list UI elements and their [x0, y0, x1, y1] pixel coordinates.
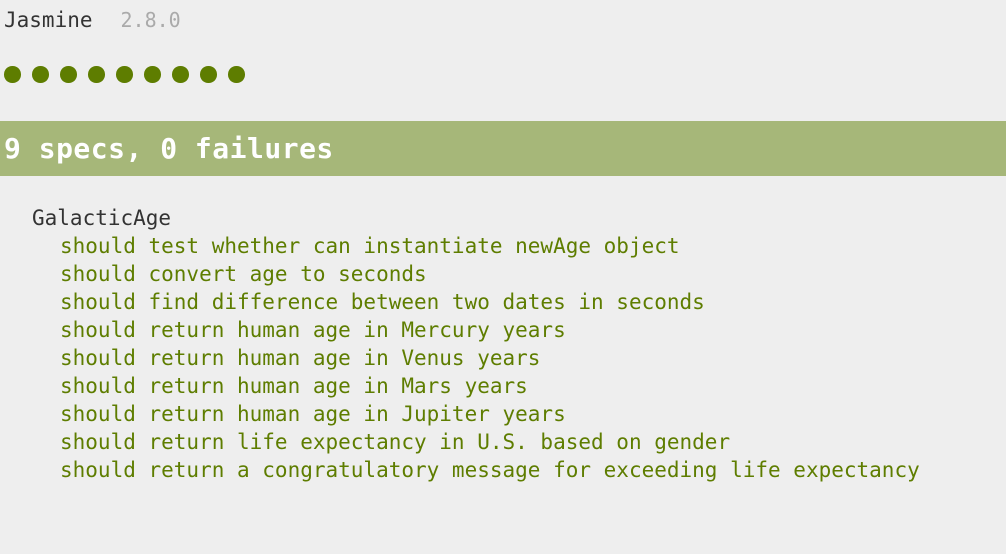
spec-item[interactable]: should return life expectancy in U.S. ba…: [60, 428, 920, 456]
spec-item[interactable]: should find difference between two dates…: [60, 288, 920, 316]
spec-passed-dot[interactable]: [60, 66, 77, 83]
spec-item[interactable]: should return human age in Venus years: [60, 344, 920, 372]
brand-title[interactable]: Jasmine: [4, 8, 93, 32]
spec-results: GalacticAge should test whether can inst…: [32, 204, 920, 484]
spec-passed-dot[interactable]: [172, 66, 189, 83]
spec-item[interactable]: should return a congratulatory message f…: [60, 456, 920, 484]
jasmine-banner: Jasmine 2.8.0: [4, 6, 181, 34]
symbol-summary: [4, 66, 245, 84]
spec-item[interactable]: should return human age in Mars years: [60, 372, 920, 400]
status-summary-text: 9 specs, 0 failures: [4, 132, 334, 165]
spec-passed-dot[interactable]: [88, 66, 105, 83]
spec-passed-dot[interactable]: [144, 66, 161, 83]
status-bar: 9 specs, 0 failures: [0, 121, 1006, 176]
spec-item[interactable]: should return human age in Mercury years: [60, 316, 920, 344]
spec-passed-dot[interactable]: [116, 66, 133, 83]
spec-passed-dot[interactable]: [4, 66, 21, 83]
spec-item[interactable]: should test whether can instantiate newA…: [60, 232, 920, 260]
suite-name[interactable]: GalacticAge: [32, 204, 920, 232]
spec-passed-dot[interactable]: [32, 66, 49, 83]
spec-item[interactable]: should convert age to seconds: [60, 260, 920, 288]
brand-version: 2.8.0: [120, 8, 181, 32]
spec-passed-dot[interactable]: [228, 66, 245, 83]
spec-passed-dot[interactable]: [200, 66, 217, 83]
spec-list: should test whether can instantiate newA…: [32, 232, 920, 484]
spec-item[interactable]: should return human age in Jupiter years: [60, 400, 920, 428]
